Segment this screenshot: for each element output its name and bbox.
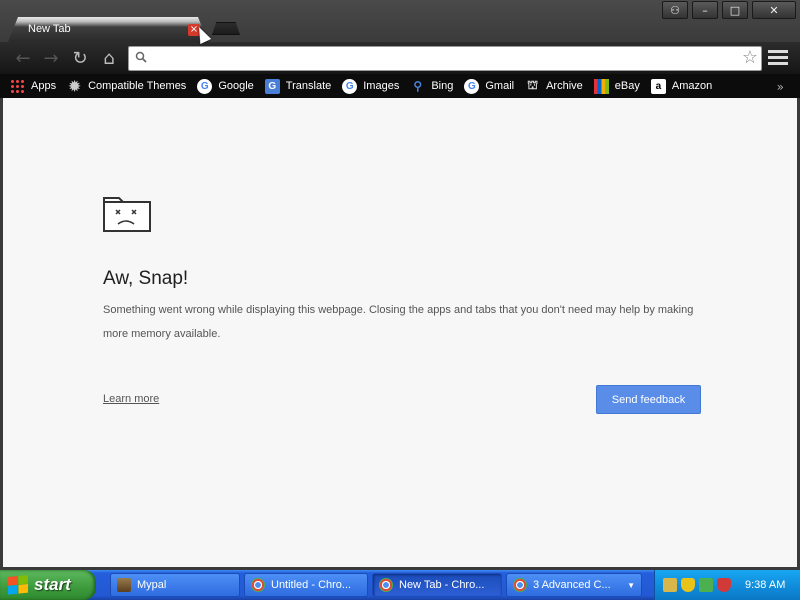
home-button[interactable]: ⌂ [98, 48, 120, 70]
amazon-icon: a [650, 78, 666, 94]
bookmark-bing[interactable]: ⚲ Bing [410, 79, 453, 94]
back-button[interactable]: ← [12, 48, 34, 70]
shield-icon[interactable] [681, 578, 695, 592]
send-feedback-button[interactable]: Send feedback [596, 385, 701, 414]
browser-window: ⚇ – □ ✕ New Tab × ← → ↻ ⌂ ☆ Apps ✹ Compat… [0, 0, 800, 570]
new-tab-button[interactable] [212, 22, 240, 35]
maximize-button[interactable]: □ [722, 1, 748, 19]
forward-button[interactable]: → [40, 48, 62, 70]
taskbar-item-mypal[interactable]: Mypal [110, 573, 240, 597]
tray-tools-icon[interactable] [663, 578, 677, 592]
archive-icon: ⛫ [527, 78, 539, 92]
mypal-icon [117, 578, 131, 592]
bookmark-gmail[interactable]: G Gmail [464, 78, 514, 94]
omnibox[interactable]: ☆ [128, 46, 762, 71]
search-icon: ⚲ [413, 79, 423, 93]
page-content: Aw, Snap! Something went wrong while dis… [0, 98, 800, 567]
reload-button[interactable]: ↻ [69, 48, 91, 70]
google-icon: G [342, 78, 358, 94]
bookmark-compatible-themes[interactable]: ✹ Compatible Themes [67, 77, 187, 94]
minimize-button[interactable]: – [692, 1, 718, 19]
error-message: Something went wrong while displaying th… [103, 304, 694, 340]
taskbar-item-untitled-chrome[interactable]: Untitled - Chro... [244, 573, 368, 597]
bookmark-star-icon[interactable]: ☆ [742, 48, 758, 68]
bookmark-translate[interactable]: G Translate [264, 78, 331, 94]
bookmark-google[interactable]: G Google [197, 78, 254, 94]
translate-icon: G [264, 78, 280, 94]
window-controls: ⚇ – □ ✕ [658, 1, 796, 19]
windows-logo-icon [8, 574, 28, 596]
bookmark-archive[interactable]: ⛫ Archive [525, 78, 583, 94]
tray-network-icon[interactable] [699, 578, 713, 592]
google-icon: G [197, 78, 213, 94]
security-alert-icon[interactable] [717, 578, 731, 592]
clock: 9:38 AM [745, 579, 786, 591]
bookmark-amazon[interactable]: a Amazon [650, 78, 712, 94]
google-icon: G [464, 78, 480, 94]
omnibox-input[interactable] [153, 49, 733, 68]
page-title: Aw, Snap! [103, 268, 189, 289]
gear-icon: ✹ [68, 77, 81, 94]
bookmark-apps[interactable]: Apps [10, 78, 56, 94]
chevron-down-icon: ▼ [627, 580, 635, 590]
chrome-icon [251, 578, 265, 592]
ebay-icon [593, 78, 609, 94]
taskbar-item-new-tab-chrome[interactable]: New Tab - Chro... [372, 573, 502, 597]
bookmark-ebay[interactable]: eBay [593, 78, 640, 94]
taskbar-item-advanced-group[interactable]: 3 Advanced C... ▼ [506, 573, 642, 597]
start-button[interactable]: start [0, 570, 96, 600]
bookmark-images[interactable]: G Images [342, 78, 399, 94]
close-window-button[interactable]: ✕ [752, 1, 796, 19]
account-icon[interactable]: ⚇ [662, 1, 688, 19]
bookmarks-overflow-icon[interactable]: » [777, 80, 784, 94]
apps-grid-icon [10, 78, 25, 94]
chrome-menu-icon[interactable] [768, 50, 788, 66]
search-icon [135, 51, 147, 63]
sad-tab-icon [103, 197, 151, 232]
system-tray: 9:38 AM [654, 570, 800, 600]
bookmarks-bar: Apps ✹ Compatible Themes G Google G Transla… [0, 74, 800, 98]
chrome-icon [513, 578, 527, 592]
learn-more-link[interactable]: Learn more [103, 393, 159, 405]
chrome-icon [379, 578, 393, 592]
tab-title: New Tab [28, 23, 71, 35]
